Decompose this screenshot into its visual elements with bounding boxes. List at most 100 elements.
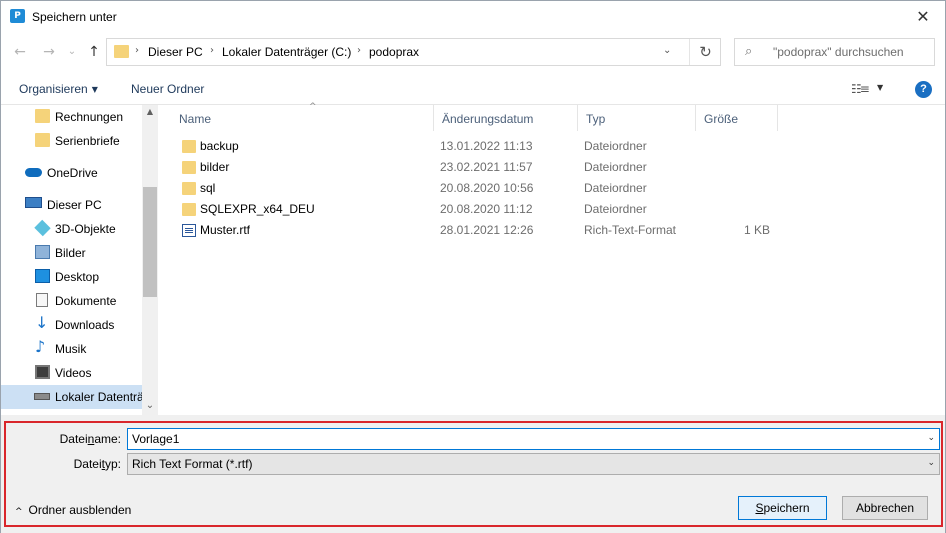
new-folder-button[interactable]: Neuer Ordner: [131, 82, 204, 96]
sidebar-item-musik[interactable]: ♪ Musik: [1, 337, 142, 361]
column-header-name[interactable]: Name ^: [171, 102, 434, 131]
breadcrumb-local-disk[interactable]: Lokaler Datenträger (C:): [222, 45, 351, 59]
folder-icon: [182, 203, 196, 216]
sidebar-item-rechnungen[interactable]: Rechnungen: [1, 105, 142, 129]
sidebar-item-label: 3D-Objekte: [55, 222, 116, 236]
filetype-select[interactable]: Rich Text Format (*.rtf) ⌄: [127, 453, 940, 475]
save-as-dialog: P Speichern unter ✕ ← → ⌄ ↑ › Dieser PC …: [0, 0, 946, 533]
search-placeholder: "podoprax" durchsuchen: [773, 45, 904, 59]
chevron-down-icon[interactable]: ⌄: [927, 433, 935, 443]
file-date: 20.08.2020 10:56: [440, 181, 534, 195]
sidebar-item-dokumente[interactable]: Dokumente: [1, 289, 142, 313]
column-header-label: Typ: [586, 112, 606, 126]
rtf-document-icon: [182, 224, 196, 237]
chevron-down-icon[interactable]: ⌄: [927, 458, 935, 468]
breadcrumb-dieser-pc[interactable]: Dieser PC: [148, 45, 203, 59]
folder-icon: [182, 140, 196, 153]
sidebar-item-desktop[interactable]: Desktop: [1, 265, 142, 289]
view-options-icon[interactable]: ☷≡: [851, 82, 870, 96]
up-arrow-icon[interactable]: ↑: [83, 41, 105, 63]
sidebar-item-label: Dieser PC: [47, 198, 102, 212]
forward-arrow-icon[interactable]: →: [38, 41, 60, 63]
cube-icon: [34, 219, 51, 237]
cancel-button[interactable]: Abbrechen: [842, 496, 928, 520]
file-date: 28.01.2021 12:26: [440, 223, 534, 237]
sidebar-item-bilder[interactable]: Bilder: [1, 241, 142, 265]
filetype-value: Rich Text Format (*.rtf): [132, 457, 253, 471]
sidebar-item-3d-objekte[interactable]: 3D-Objekte: [1, 217, 142, 241]
sidebar-item-serienbriefe[interactable]: Serienbriefe: [1, 129, 142, 153]
file-name: Muster.rtf: [200, 223, 251, 237]
documents-icon: [36, 293, 48, 307]
button-label: peichern: [763, 501, 810, 515]
folder-icon: [35, 133, 50, 147]
file-type: Dateiordner: [584, 139, 647, 153]
refresh-icon[interactable]: ↻: [689, 39, 721, 65]
navigation-pane: Rechnungen Serienbriefe OneDrive Dieser …: [1, 105, 158, 415]
file-list: Name ^ Änderungsdatum Typ Größe backup 1…: [159, 102, 945, 415]
file-date: 23.02.2021 11:57: [440, 160, 533, 174]
file-date: 13.01.2022 11:13: [440, 139, 533, 153]
folder-icon: [182, 161, 196, 174]
recent-locations-chevron-icon[interactable]: ⌄: [61, 41, 83, 63]
table-row[interactable]: sql 20.08.2020 10:56 Dateiordner: [159, 178, 945, 199]
sidebar-item-local-disk[interactable]: Lokaler Datenträ: [1, 385, 144, 409]
address-bar[interactable]: › Dieser PC › Lokaler Datenträger (C:) ›…: [106, 38, 721, 66]
search-input[interactable]: ⌕ "podoprax" durchsuchen: [734, 38, 935, 66]
close-button[interactable]: ✕: [901, 1, 945, 32]
sidebar-item-label: Desktop: [55, 270, 100, 284]
breadcrumb-separator-icon: ›: [210, 45, 214, 56]
breadcrumb-podoprax[interactable]: podoprax: [369, 45, 419, 59]
file-name: bilder: [200, 160, 230, 174]
sidebar-item-label: Lokaler Datenträ: [55, 390, 144, 404]
column-header-size[interactable]: Größe: [696, 105, 778, 131]
sidebar-scrollbar-thumb[interactable]: [143, 187, 157, 297]
caret-down-icon: ▼: [91, 85, 98, 94]
save-button[interactable]: Speichern: [738, 496, 827, 520]
filename-label: Dateiname:: [1, 432, 121, 446]
scroll-up-icon[interactable]: ▲: [142, 107, 158, 116]
sidebar-item-label: Bilder: [55, 246, 86, 260]
filename-field[interactable]: Vorlage1 ⌄: [127, 428, 940, 450]
sidebar-item-dieser-pc[interactable]: Dieser PC: [1, 193, 142, 217]
table-row[interactable]: SQLEXPR_x64_DEU 20.08.2020 11:12 Dateior…: [159, 199, 945, 220]
dialog-title: Speichern unter: [32, 10, 117, 24]
organize-label: Organisieren: [19, 82, 88, 96]
hide-folders-button[interactable]: ^ Ordner ausblenden: [15, 503, 131, 517]
table-row[interactable]: bilder 23.02.2021 11:57 Dateiordner: [159, 157, 945, 178]
command-bar: Organisieren ▼ Neuer Ordner ☷≡ ▼ ?: [1, 73, 945, 105]
file-type: Dateiordner: [584, 202, 647, 216]
sidebar-item-label: Musik: [55, 342, 87, 356]
column-header-label: Name: [179, 112, 212, 126]
table-row[interactable]: Muster.rtf 28.01.2021 12:26 Rich-Text-Fo…: [159, 220, 945, 241]
file-name: SQLEXPR_x64_DEU: [200, 202, 315, 216]
sidebar-item-videos[interactable]: Videos: [1, 361, 142, 385]
hide-folders-label: Ordner ausblenden: [28, 503, 132, 517]
help-icon[interactable]: ?: [915, 81, 932, 98]
organize-button[interactable]: Organisieren ▼: [19, 82, 98, 96]
sidebar-item-label: Videos: [55, 366, 92, 380]
sidebar-item-onedrive[interactable]: OneDrive: [1, 161, 142, 185]
cloud-icon: [25, 168, 42, 177]
column-header-label: Änderungsdatum: [442, 112, 534, 126]
app-logo-icon: P: [10, 9, 25, 23]
file-type: Dateiordner: [584, 160, 647, 174]
caret-down-icon[interactable]: ▼: [877, 83, 883, 92]
scroll-down-icon[interactable]: ⌄: [142, 400, 158, 411]
label-text: ame:: [94, 432, 121, 446]
folder-icon: [182, 182, 196, 195]
table-row[interactable]: backup 13.01.2022 11:13 Dateiordner: [159, 136, 945, 157]
drive-icon: [34, 393, 50, 400]
sidebar-item-label: Dokumente: [55, 294, 117, 308]
sort-ascending-icon: ^: [309, 102, 317, 112]
sidebar-item-label: Rechnungen: [55, 110, 124, 124]
sidebar-item-downloads[interactable]: ↓ Downloads: [1, 313, 142, 337]
column-header-type[interactable]: Typ: [578, 105, 696, 131]
label-text: Datei: [73, 457, 102, 471]
back-arrow-icon[interactable]: ←: [9, 41, 31, 63]
column-header-date[interactable]: Änderungsdatum: [434, 105, 578, 131]
address-dropdown-icon[interactable]: ⌄: [663, 45, 671, 56]
file-size: 1 KB: [743, 223, 770, 237]
video-icon: [35, 365, 50, 379]
file-type: Dateiordner: [584, 181, 647, 195]
